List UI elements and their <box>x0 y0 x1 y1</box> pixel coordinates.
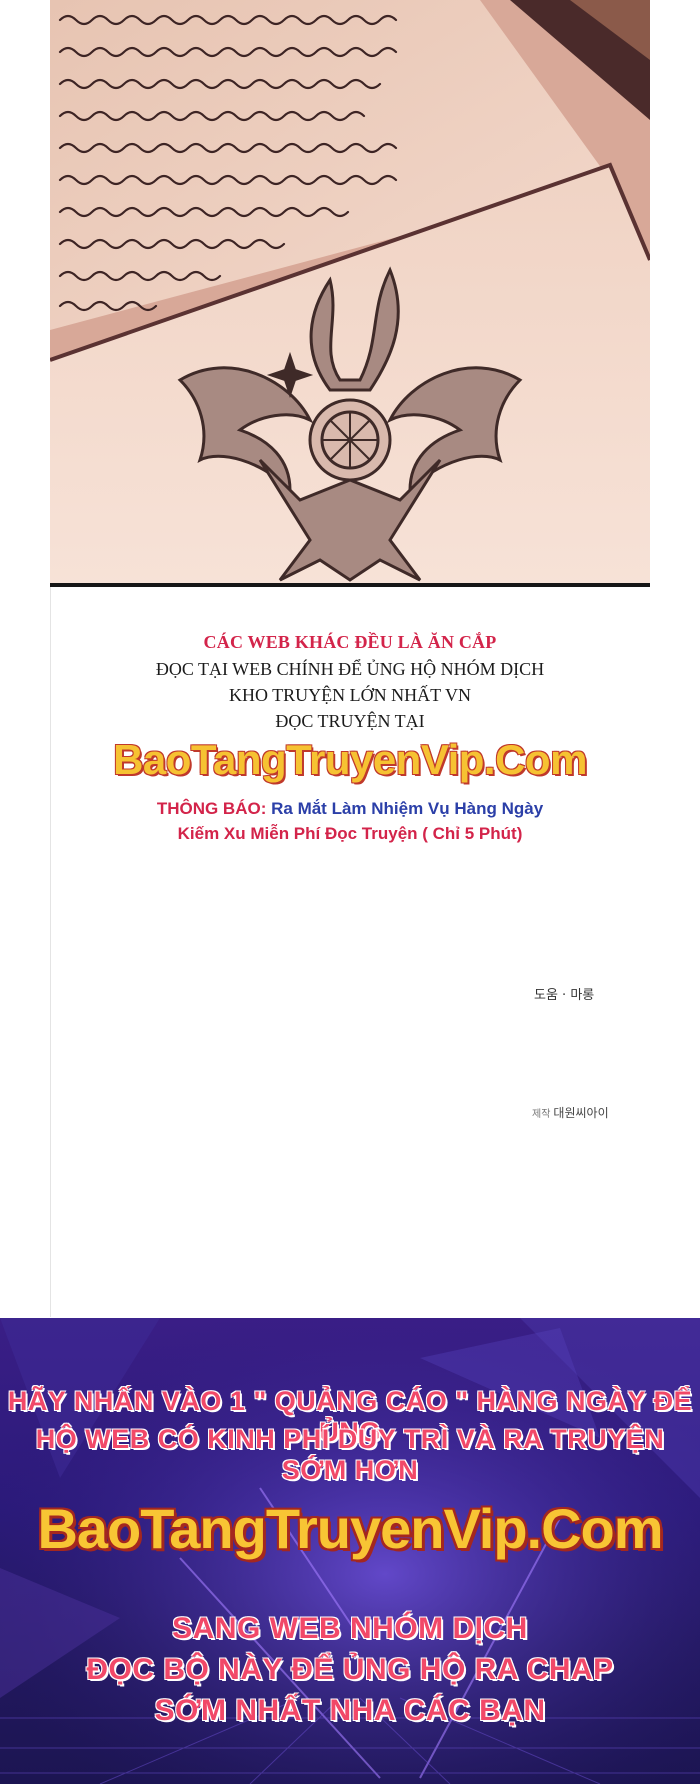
banner-cta-2: ĐỌC BỘ NÀY ĐỂ ỦNG HỘ RA CHAP <box>86 1653 614 1686</box>
announcement-label: THÔNG BÁO: <box>156 799 267 818</box>
notice-read-main: ĐỌC TẠI WEB CHÍNH ĐỂ ỦNG HỘ NHÓM DỊCH <box>155 659 545 679</box>
site-name-link[interactable]: BaoTangTruyenVip.Com <box>50 736 650 784</box>
announcement-line-2[interactable]: Kiếm Xu Miễn Phí Đọc Truyện ( Chỉ 5 Phút… <box>50 824 650 844</box>
banner-site-link[interactable]: BaoTangTruyenVip.Com <box>0 1496 700 1561</box>
notice-read-at: ĐỌC TRUYỆN TẠI <box>275 711 425 731</box>
panel-divider <box>50 583 650 587</box>
notice-warning: CÁC WEB KHÁC ĐỀU LÀ ĂN CẮP <box>203 632 497 652</box>
credit-production-name: 대원씨아이 <box>553 1106 609 1120</box>
banner-ad-request-2: HỘ WEB CÓ KINH PHÍ DUY TRÌ VÀ RA TRUYỆN … <box>35 1424 665 1485</box>
credit-production-prefix: 제작 <box>532 1109 551 1120</box>
banner-cta-3: SỚM NHẤT NHA CÁC BẠN <box>154 1694 546 1727</box>
banner-cta-1: SANG WEB NHÓM DỊCH <box>172 1612 528 1645</box>
comic-page: CÁC WEB KHÁC ĐỀU LÀ ĂN CẮP ĐỌC TẠI WEB C… <box>0 0 700 1784</box>
parchment-illustration <box>50 0 650 585</box>
notice-library: KHO TRUYỆN LỚN NHẤT VN <box>229 685 471 705</box>
announcement-text[interactable]: Ra Mắt Làm Nhiệm Vụ Hàng Ngày <box>271 799 543 818</box>
announcement-line: THÔNG BÁO: Ra Mắt Làm Nhiệm Vụ Hàng Ngày <box>50 799 650 819</box>
illustration-panel <box>50 0 650 585</box>
credit-production: 제작 대원씨아이 <box>532 1104 609 1121</box>
credit-assist: 도움 · 마롱 <box>534 988 595 1003</box>
